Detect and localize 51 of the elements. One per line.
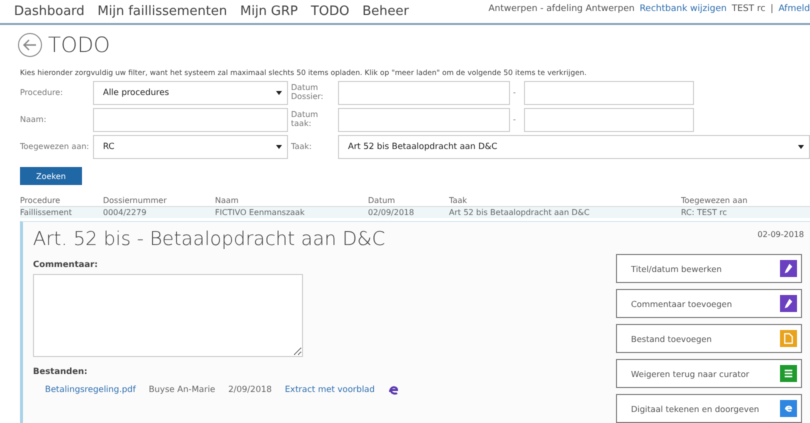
table-cell[interactable]: RC: TEST rc	[681, 207, 810, 218]
comment-field[interactable]	[33, 274, 303, 357]
date-field[interactable]	[524, 108, 694, 132]
name-field[interactable]	[93, 108, 288, 132]
field-label: Toegewezen aan:	[20, 142, 90, 152]
field-label: Datum taak:	[291, 111, 320, 129]
extract-link[interactable]: Extract met voorblad	[284, 385, 375, 395]
assigned-select[interactable]: RC	[93, 135, 288, 160]
nav-item[interactable]: TODO	[310, 4, 350, 20]
range-dash: -	[513, 116, 517, 124]
nav-item[interactable]: Dashboard	[14, 4, 85, 20]
action-button[interactable]: Commentaar toevoegen	[616, 289, 802, 318]
back-button[interactable]	[18, 32, 42, 57]
action-button[interactable]: Titel/datum bewerken	[616, 254, 802, 283]
task-title: Art. 52 bis - Betaalopdracht aan D&C	[33, 228, 386, 250]
file-link[interactable]: Betalingsregeling.pdf	[45, 385, 136, 395]
task-date: 02-09-2018	[758, 230, 804, 239]
court-name: Antwerpen - afdeling Antwerpen	[488, 4, 635, 14]
table-cell[interactable]: FICTIVO Eenmanszaak	[215, 207, 368, 218]
date-field[interactable]	[524, 81, 694, 106]
task-select[interactable]: Art 52 bis Betaalopdracht aan D&C	[338, 135, 810, 160]
range-dash: -	[513, 88, 517, 98]
field-label: Taak:	[291, 142, 313, 152]
back-arrow-icon	[23, 38, 37, 51]
nav-item[interactable]: Mijn faillissementen	[98, 4, 228, 20]
file-author: Buyse An-Marie	[148, 385, 216, 395]
logout-link[interactable]: Afmeld	[778, 4, 810, 14]
separator: |	[770, 4, 774, 14]
field-label: Datum Dossier:	[291, 84, 324, 102]
change-court-link[interactable]: Rechtbank wijzigen	[640, 4, 727, 14]
search-button[interactable]: Zoeken	[20, 167, 82, 185]
date-field[interactable]	[338, 108, 510, 132]
table-cell[interactable]: 02/09/2018	[368, 207, 449, 218]
user-name: TEST rc	[732, 4, 766, 14]
file-date: 2/09/2018	[228, 385, 272, 395]
table-cell[interactable]: Faillissement	[20, 207, 103, 218]
action-button[interactable]: Digitaal tekenen en doorgeven	[616, 394, 802, 423]
nav-item[interactable]: Beheer	[362, 4, 409, 20]
action-button[interactable]: Bestand toevoegen	[616, 324, 802, 353]
table-cell[interactable]: Art 52 bis Betaalopdracht aan D&C	[449, 207, 681, 218]
table-cell[interactable]: 0004/2279	[103, 207, 215, 218]
field-label: Naam:	[20, 116, 48, 124]
field-label: Procedure:	[20, 88, 64, 98]
procedure-select[interactable]: Alle procedures	[93, 81, 288, 106]
date-field[interactable]	[338, 81, 510, 106]
action-button[interactable]: Weigeren terug naar curator	[616, 359, 802, 388]
page-title: TODO	[48, 32, 110, 57]
comment-label: Commentaar:	[33, 260, 99, 270]
files-label: Bestanden:	[33, 367, 88, 377]
nav-item[interactable]: Mijn GRP	[240, 4, 298, 20]
sign-icon[interactable]	[388, 384, 398, 396]
